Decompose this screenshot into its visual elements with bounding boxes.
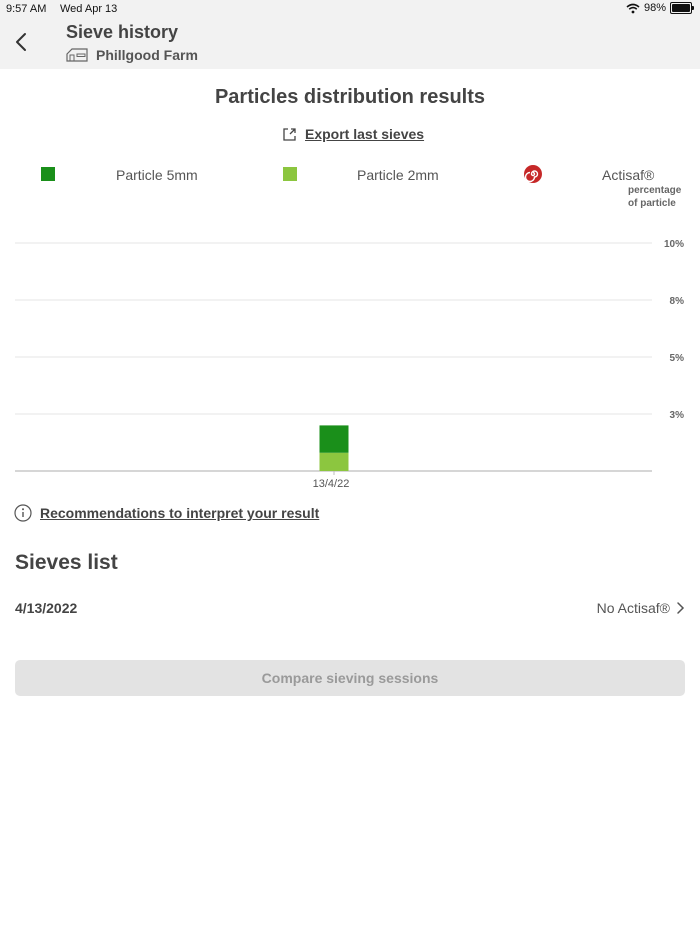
wifi-icon bbox=[626, 3, 640, 13]
battery-percent: 98% bbox=[643, 2, 666, 14]
status-date: Wed Apr 13 bbox=[60, 3, 118, 15]
sieve-actisaf-status: No Actisaf® bbox=[596, 600, 670, 616]
y-tick-label: 5% bbox=[670, 353, 685, 364]
legend-label-actisaf: Actisaf® bbox=[602, 167, 655, 183]
x-tick-label: 13/4/22 bbox=[313, 478, 350, 490]
export-label: Export last sieves bbox=[305, 126, 425, 142]
axis-unit-label: percentage of particle bbox=[628, 184, 684, 210]
legend-label-5mm: Particle 5mm bbox=[116, 167, 198, 183]
info-icon bbox=[14, 504, 32, 522]
export-icon bbox=[283, 127, 296, 141]
axis-unit-line1: percentage bbox=[628, 185, 682, 196]
navigation-bar: Sieve history Phillgood Farm bbox=[0, 18, 700, 69]
battery-icon bbox=[670, 2, 694, 14]
legend-swatch-2mm bbox=[283, 167, 297, 181]
y-tick-label: 3% bbox=[670, 410, 685, 421]
export-sieves-link[interactable]: Export last sieves bbox=[282, 126, 424, 142]
page-title: Sieve history bbox=[66, 22, 179, 42]
status-bar: 9:57 AM Wed Apr 13 98% bbox=[0, 0, 700, 18]
compare-sessions-button[interactable]: Compare sieving sessions bbox=[15, 660, 685, 696]
y-tick-label: 10% bbox=[664, 239, 684, 250]
recommendations-link[interactable]: Recommendations to interpret your result bbox=[14, 504, 319, 522]
actisaf-logo-icon bbox=[524, 165, 542, 183]
legend-swatch-5mm bbox=[41, 167, 55, 181]
y-tick-label: 8% bbox=[670, 296, 685, 307]
farm-building-icon bbox=[66, 48, 88, 62]
farm-name: Phillgood Farm bbox=[96, 47, 198, 63]
sieve-list-item[interactable]: 4/13/2022 No Actisaf® bbox=[15, 598, 686, 622]
sieves-list-title: Sieves list bbox=[15, 551, 118, 574]
chevron-right-icon bbox=[677, 602, 685, 614]
status-time: 9:57 AM bbox=[6, 3, 47, 15]
recommendations-label: Recommendations to interpret your result bbox=[40, 505, 320, 521]
legend-label-2mm: Particle 2mm bbox=[357, 167, 439, 183]
status-indicators: 98% bbox=[626, 2, 694, 14]
sieve-date: 4/13/2022 bbox=[15, 600, 78, 616]
farm-subtitle: Phillgood Farm bbox=[66, 47, 198, 63]
particle-distribution-chart: 3% 5% 8% 10% 13/4/22 bbox=[15, 239, 685, 490]
back-chevron-icon[interactable] bbox=[10, 30, 34, 54]
bar-segment bbox=[319, 452, 349, 471]
axis-unit-line2: of particle bbox=[628, 198, 676, 209]
results-title: Particles distribution results bbox=[214, 86, 486, 108]
bar-segment bbox=[319, 425, 349, 453]
